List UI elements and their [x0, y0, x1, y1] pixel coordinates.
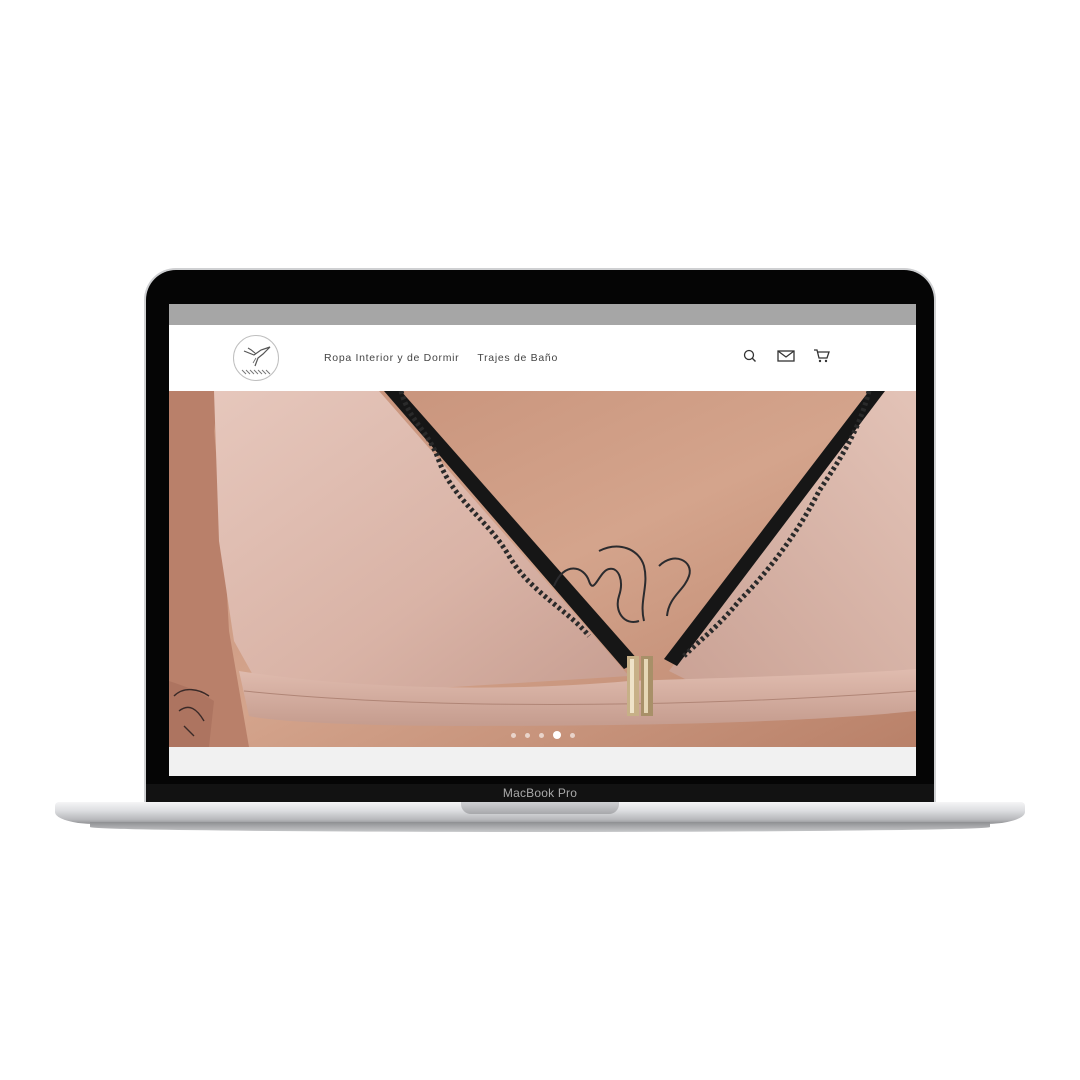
search-icon[interactable] [741, 347, 759, 365]
slider-dot-1[interactable] [510, 732, 516, 738]
hero-slide-image [169, 391, 916, 747]
laptop-base-edge [90, 822, 990, 832]
slider-dot-3[interactable] [538, 732, 544, 738]
nav-item-trajes-de-bano[interactable]: Trajes de Baño [477, 352, 558, 364]
nav-item-ropa-interior[interactable]: Ropa Interior y de Dormir [324, 352, 459, 364]
hero-slider[interactable] [169, 391, 916, 747]
cart-icon[interactable] [813, 347, 831, 365]
device-model-label: MacBook Pro [502, 786, 578, 800]
top-gray-bar [169, 304, 916, 325]
laptop-opening-notch [461, 802, 619, 814]
brand-logo[interactable] [233, 335, 279, 381]
slider-dot-4[interactable] [552, 731, 561, 739]
header-actions [741, 347, 831, 365]
mail-icon[interactable] [777, 347, 795, 365]
content-area [169, 747, 916, 776]
main-nav: Ropa Interior y de Dormir Trajes de Baño [324, 352, 558, 364]
slider-dot-2[interactable] [524, 732, 530, 738]
slider-pagination [169, 731, 916, 739]
hummingbird-logo-icon [241, 346, 271, 375]
laptop-screen: Ropa Interior y de Dormir Trajes de Baño [169, 304, 916, 776]
site-header: Ropa Interior y de Dormir Trajes de Baño [169, 325, 916, 391]
slider-dot-5[interactable] [569, 732, 575, 738]
